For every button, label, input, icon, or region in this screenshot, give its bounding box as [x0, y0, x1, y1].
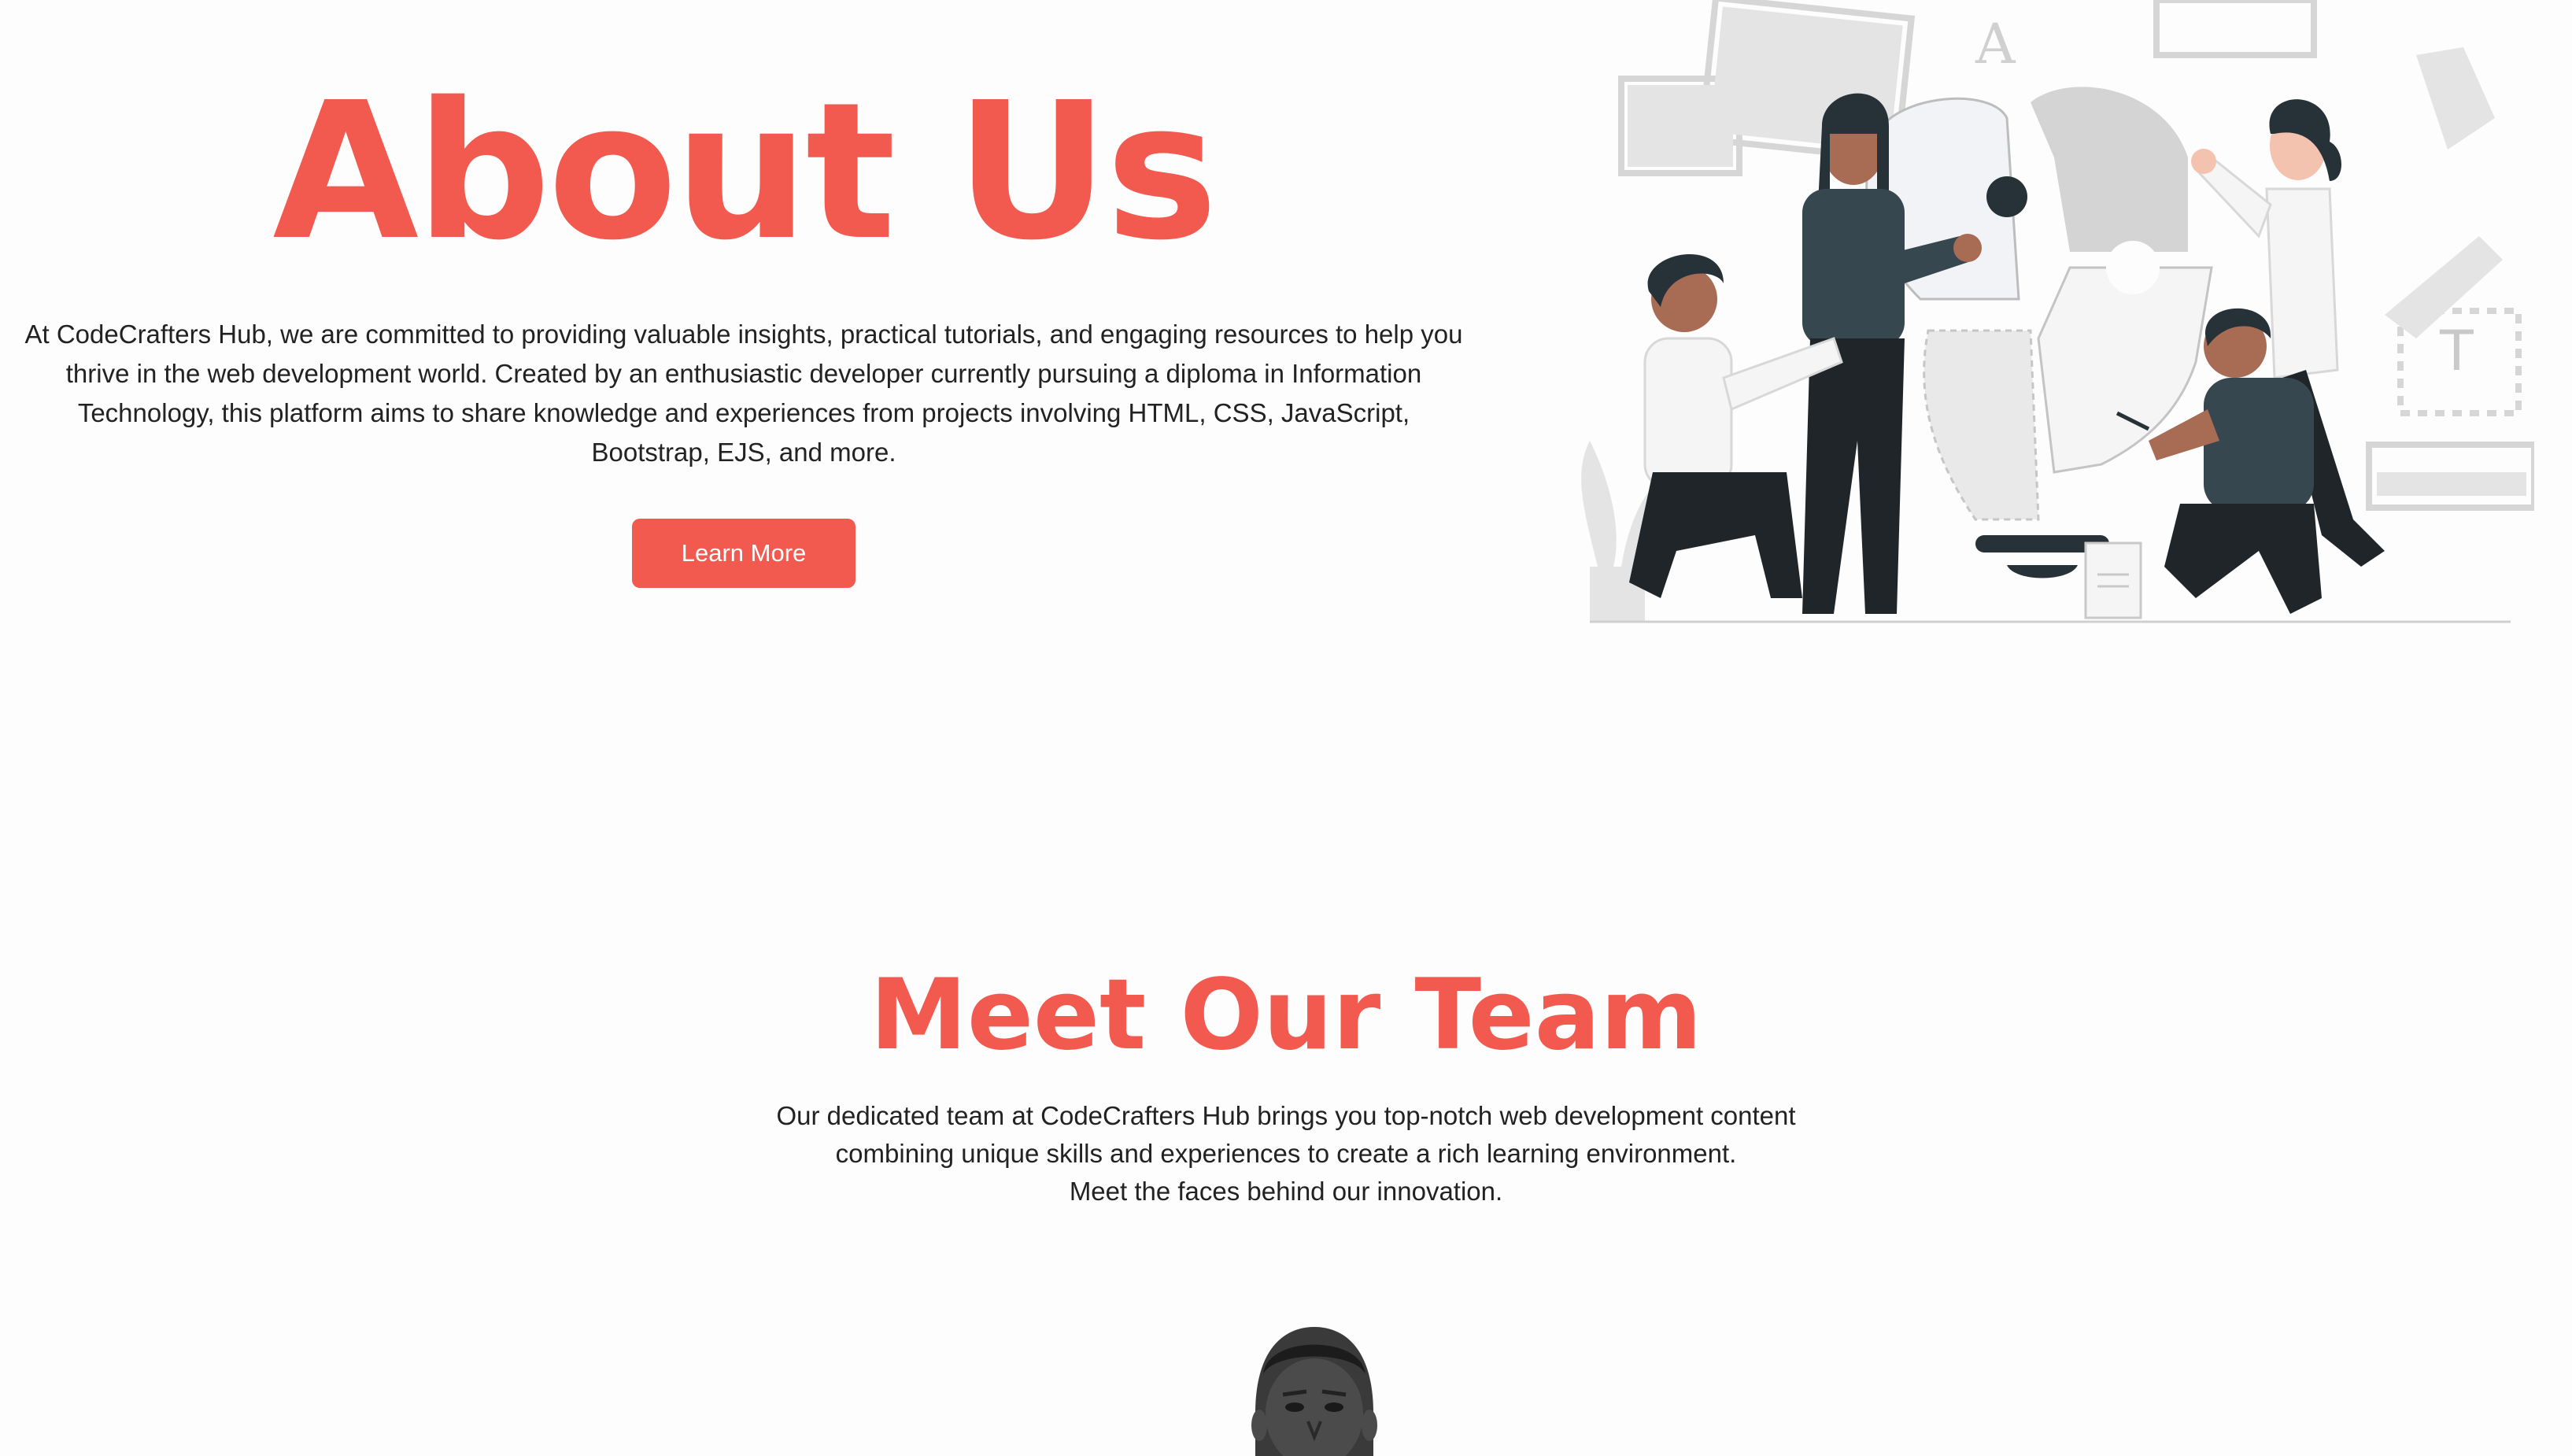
about-description: At CodeCrafters Hub, we are committed to…: [24, 320, 1463, 467]
team-puzzle-illustration: A T: [1581, 0, 2534, 623]
page: About Us At CodeCrafters Hub, we are com…: [0, 0, 2572, 1456]
svg-text:T: T: [2439, 319, 2474, 383]
team-description: Our dedicated team at CodeCrafters Hub b…: [696, 1097, 1876, 1210]
learn-more-button[interactable]: Learn More: [632, 519, 855, 588]
about-title: About Us: [272, 61, 1218, 282]
team-description-line: Our dedicated team at CodeCrafters Hub b…: [776, 1101, 1796, 1130]
svg-text:A: A: [1975, 12, 2016, 76]
team-member-photo: [1251, 1327, 1377, 1456]
team-description-line: Meet the faces behind our innovation.: [1069, 1177, 1503, 1206]
team-title: Meet Our Team: [870, 959, 1702, 1072]
team-description-line: combining unique skills and experiences …: [835, 1139, 1737, 1168]
